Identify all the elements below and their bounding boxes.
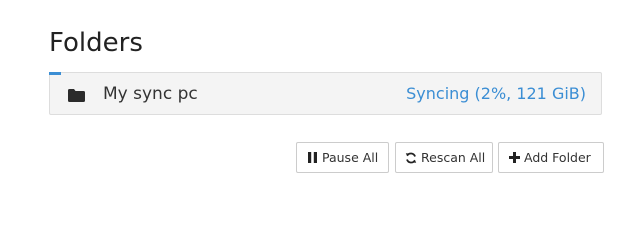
folders-section-title: Folders bbox=[49, 28, 143, 58]
folder-icon bbox=[68, 87, 85, 102]
pause-icon bbox=[306, 152, 318, 164]
pause-all-label: Pause All bbox=[322, 150, 379, 165]
folder-sync-status: Syncing (2%, 121 GiB) bbox=[406, 84, 586, 103]
add-folder-button[interactable]: Add Folder bbox=[498, 142, 604, 173]
plus-icon bbox=[508, 152, 520, 164]
add-folder-label: Add Folder bbox=[524, 150, 591, 165]
rescan-all-button[interactable]: Rescan All bbox=[395, 142, 493, 173]
folder-name: My sync pc bbox=[103, 84, 198, 104]
folder-row-my-sync-pc[interactable]: My sync pc Syncing (2%, 121 GiB) bbox=[50, 73, 601, 114]
folder-panel: My sync pc Syncing (2%, 121 GiB) bbox=[49, 72, 602, 115]
refresh-icon bbox=[405, 152, 417, 164]
pause-all-button[interactable]: Pause All bbox=[296, 142, 389, 173]
rescan-all-label: Rescan All bbox=[421, 150, 486, 165]
